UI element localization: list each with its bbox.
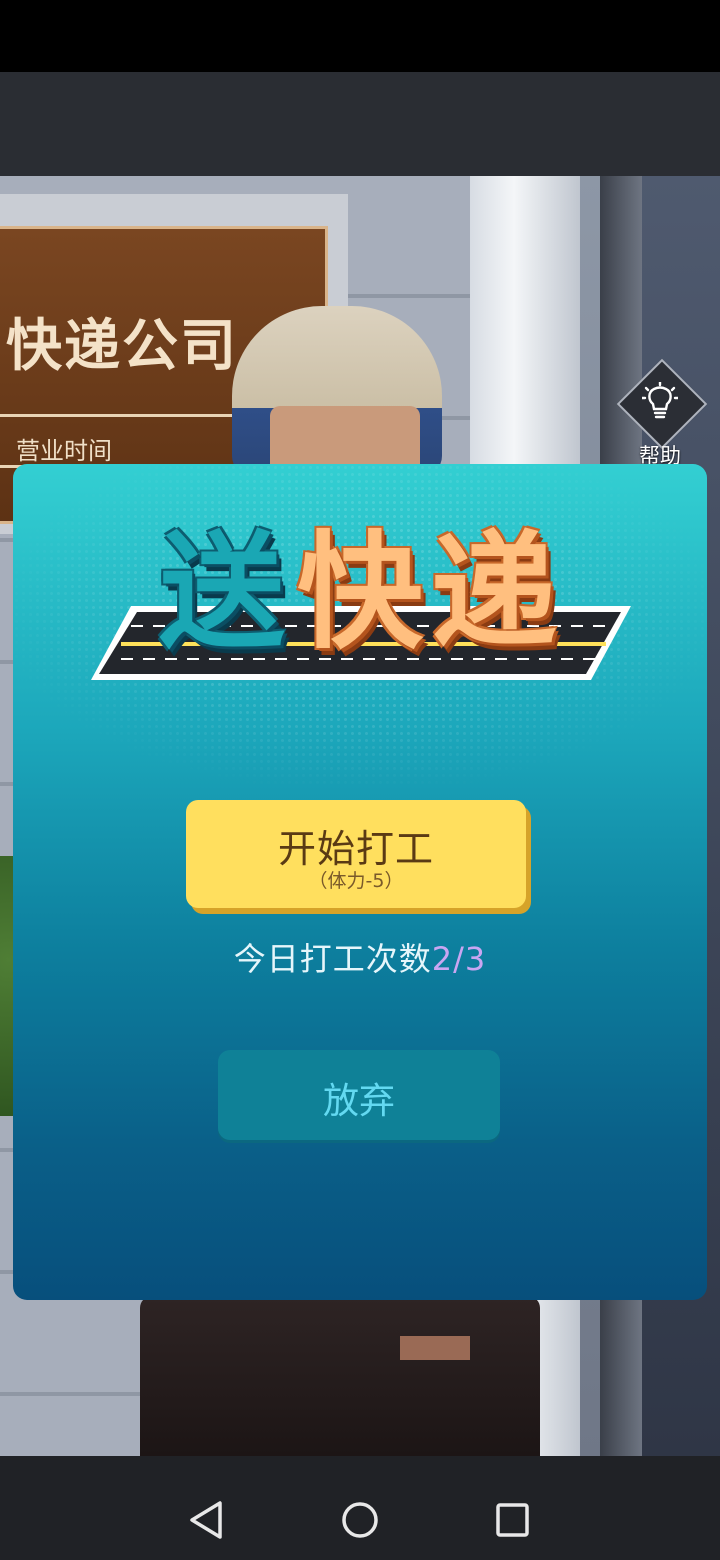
daily-work-attempts: 今日打工次数2/3 [13, 934, 707, 980]
sign-subtitle: 营业时间 [16, 437, 112, 465]
home-circle-icon[interactable] [335, 1497, 385, 1543]
give-up-button[interactable]: 放弃 [218, 1050, 500, 1140]
attempts-count: 2/3 [431, 940, 487, 978]
title-char-delivery: 递 [431, 519, 557, 666]
attempts-label: 今日打工次数 [233, 940, 432, 978]
recents-square-icon[interactable] [487, 1497, 537, 1543]
top-band [0, 72, 720, 176]
start-work-button[interactable]: 开始打工 （体力-5） [186, 800, 526, 908]
stamina-cost-label: （体力-5） [308, 870, 404, 892]
lightbulb-icon [642, 382, 678, 419]
courier-character-body [140, 1296, 540, 1456]
title-char-send: 送 [159, 519, 285, 666]
back-triangle-icon[interactable] [182, 1497, 232, 1543]
status-bar [0, 0, 720, 72]
give-up-label: 放弃 [322, 1081, 395, 1122]
start-work-label: 开始打工 [277, 827, 434, 871]
sign-title: 快递公司 [6, 314, 238, 379]
courier-name-tag [400, 1336, 470, 1360]
delivery-job-dialog: 送 快 递 开始打工 （体力-5） 今日打工次数2/3 放弃 [13, 464, 707, 1300]
title-char-express: 快 [297, 519, 423, 666]
help-button[interactable]: 帮助 [616, 358, 708, 468]
